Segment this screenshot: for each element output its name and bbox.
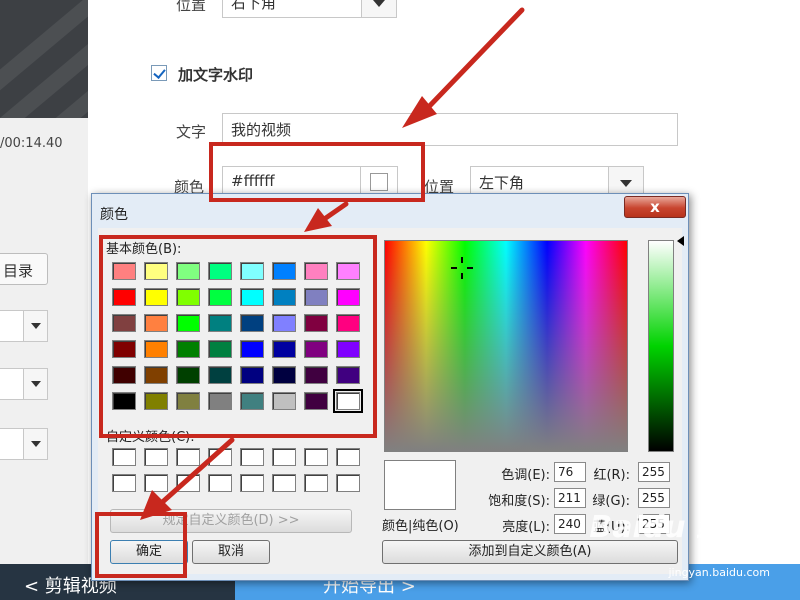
baidu-logo: Baidu 经验 <box>589 510 756 545</box>
watermark-url: jingyan.baidu.com <box>668 566 770 579</box>
